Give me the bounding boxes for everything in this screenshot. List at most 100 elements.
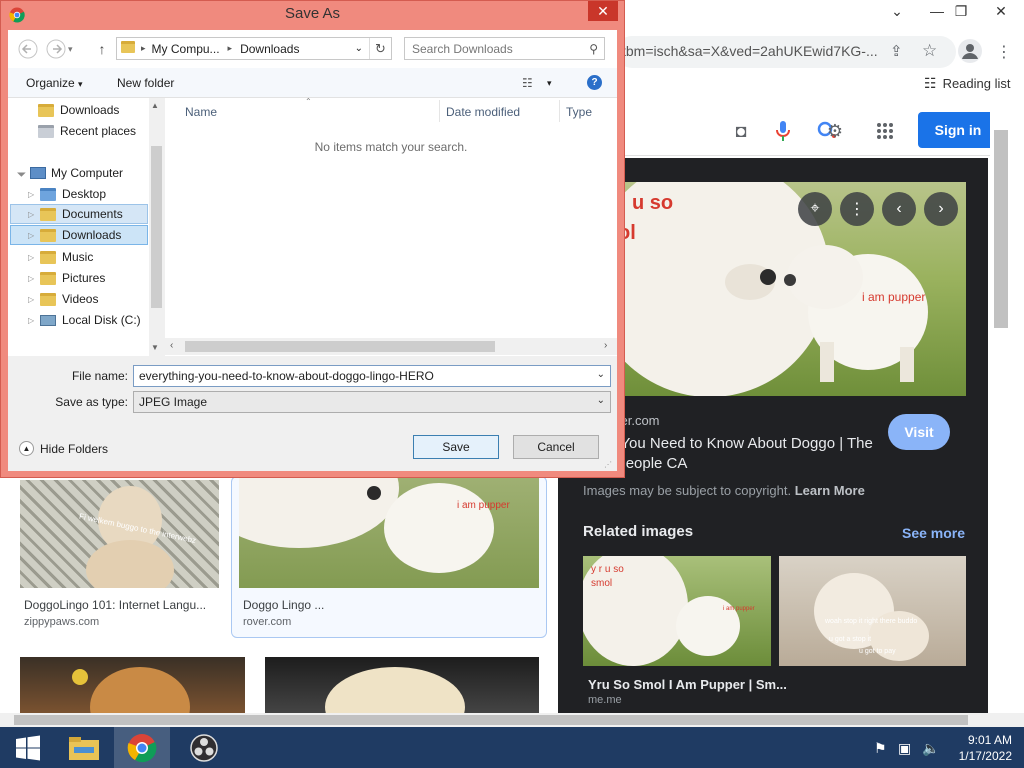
- mic-icon[interactable]: [770, 118, 796, 144]
- restore-icon[interactable]: ❐: [944, 0, 978, 22]
- resize-grip-icon[interactable]: ⋰: [604, 460, 612, 469]
- menu-icon[interactable]: ⋮: [996, 42, 1012, 62]
- expand-icon[interactable]: ▷: [28, 210, 38, 219]
- expand-icon[interactable]: ▷: [28, 231, 38, 240]
- nav-item-videos[interactable]: ▷ Videos: [28, 289, 98, 309]
- nav-item-local-disk[interactable]: ▷ Local Disk (C:): [28, 310, 141, 330]
- reading-list-button[interactable]: ☷ Reading list: [924, 75, 1011, 92]
- result-title[interactable]: Doggo Lingo ...: [243, 598, 324, 612]
- back-icon[interactable]: [17, 38, 39, 60]
- chrome-taskbar-button[interactable]: [114, 727, 170, 768]
- copyright-note: Images may be subject to copyright. Lear…: [583, 483, 865, 498]
- search-icon[interactable]: ⚲: [589, 42, 598, 56]
- nav-item-documents[interactable]: ▷ Documents: [10, 204, 148, 224]
- empty-message: No items match your search.: [314, 140, 468, 154]
- start-button[interactable]: [0, 727, 56, 768]
- address-dropdown-icon[interactable]: ⌄: [355, 43, 363, 54]
- column-header-name[interactable]: Name: [185, 105, 217, 119]
- share-icon[interactable]: ⇪: [890, 42, 903, 60]
- cancel-button[interactable]: Cancel: [513, 435, 599, 459]
- sign-in-button[interactable]: Sign in: [918, 112, 998, 148]
- obs-taskbar-button[interactable]: [176, 727, 232, 768]
- expand-icon[interactable]: ▷: [28, 274, 38, 283]
- new-folder-button[interactable]: New folder: [117, 76, 174, 90]
- apps-grid-icon[interactable]: [872, 118, 898, 144]
- breadcrumb-downloads[interactable]: Downloads: [240, 42, 299, 56]
- expand-icon[interactable]: ▷: [28, 190, 38, 199]
- recent-locations-icon[interactable]: ▾: [68, 44, 73, 55]
- search-field[interactable]: Search Downloads ⚲: [404, 37, 605, 60]
- horizontal-scrollbar-thumb[interactable]: [14, 715, 968, 725]
- expand-icon[interactable]: ▷: [28, 295, 38, 304]
- page-scrollbar-thumb[interactable]: [994, 130, 1008, 328]
- column-divider[interactable]: [559, 100, 560, 122]
- nav-item-downloads-quick[interactable]: Downloads: [38, 100, 119, 120]
- save-type-select[interactable]: JPEG Image ⌄: [133, 391, 611, 413]
- result-image[interactable]: Fi welkem buggo to the interwebz: [20, 480, 219, 588]
- up-icon[interactable]: ↑: [91, 38, 113, 60]
- camera-icon[interactable]: ◘: [728, 118, 754, 144]
- dialog-close-button[interactable]: ✕: [588, 1, 618, 21]
- collapse-icon[interactable]: ◢: [16, 166, 29, 179]
- nav-item-pictures[interactable]: ▷ Pictures: [28, 268, 105, 288]
- profile-icon[interactable]: [958, 39, 982, 63]
- chevron-down-icon[interactable]: ⌄: [597, 369, 605, 380]
- result-image[interactable]: [20, 657, 245, 713]
- forward-icon[interactable]: [45, 38, 67, 60]
- file-hscrollbar-thumb[interactable]: [185, 341, 495, 352]
- breadcrumb-separator-icon: ▸: [227, 43, 233, 53]
- nav-item-desktop[interactable]: ▷ Desktop: [28, 184, 106, 204]
- scroll-right-icon[interactable]: ›: [604, 340, 607, 351]
- result-image[interactable]: [265, 657, 539, 713]
- organize-button[interactable]: Organize ▾: [26, 76, 83, 90]
- column-divider[interactable]: [439, 100, 440, 122]
- see-more-link[interactable]: See more: [902, 525, 965, 541]
- scroll-left-icon[interactable]: ‹: [170, 340, 173, 351]
- help-icon[interactable]: ?: [587, 75, 602, 90]
- volume-icon[interactable]: 🔈: [922, 740, 939, 757]
- clock[interactable]: 9:01 AM 1/17/2022: [944, 732, 1012, 764]
- hide-folders-button[interactable]: ▲ Hide Folders: [19, 441, 108, 456]
- music-folder-icon: [40, 250, 56, 264]
- expand-icon[interactable]: ▷: [28, 316, 38, 325]
- file-name-input[interactable]: everything-you-need-to-know-about-doggo-…: [133, 365, 611, 387]
- prev-icon[interactable]: ‹: [882, 192, 916, 226]
- result-title[interactable]: DoggoLingo 101: Internet Langu...: [24, 598, 206, 612]
- related-title[interactable]: Yru So Smol I Am Pupper | Sm...: [588, 677, 787, 692]
- breadcrumb-my-computer[interactable]: My Compu...: [152, 42, 220, 56]
- expand-icon[interactable]: ▷: [28, 253, 38, 262]
- related-image[interactable]: woah stop it right there buddo u got a s…: [779, 556, 966, 666]
- nav-item-recent-places[interactable]: Recent places: [38, 121, 136, 141]
- network-icon[interactable]: ▣: [898, 740, 911, 757]
- settings-icon[interactable]: ⚙: [822, 118, 848, 144]
- close-window-icon[interactable]: ✕: [984, 0, 1018, 22]
- nav-scrollbar-thumb[interactable]: [151, 146, 162, 308]
- tab-list-icon[interactable]: ⌄: [880, 0, 914, 22]
- address-field[interactable]: ▸ My Compu... ▸ Downloads ⌄ ↻: [116, 37, 392, 60]
- nav-item-downloads[interactable]: ▷ Downloads: [10, 225, 148, 245]
- more-icon[interactable]: ⋮: [840, 192, 874, 226]
- next-icon[interactable]: ›: [924, 192, 958, 226]
- view-icon[interactable]: ☷: [522, 76, 533, 90]
- lens-small-icon[interactable]: ⌖: [798, 192, 832, 226]
- nav-item-my-computer[interactable]: ◢ My Computer: [16, 163, 123, 183]
- refresh-icon[interactable]: ↻: [369, 38, 391, 59]
- column-header-date[interactable]: Date modified: [446, 105, 520, 119]
- learn-more-link[interactable]: Learn More: [795, 483, 865, 498]
- view-dropdown-icon[interactable]: ▾: [547, 78, 552, 89]
- related-image[interactable]: y r u so smol i am pupper: [583, 556, 771, 666]
- save-button[interactable]: Save: [413, 435, 499, 459]
- chevron-down-icon: ⌄: [596, 395, 605, 406]
- windows-icon: [16, 735, 40, 760]
- flag-icon[interactable]: ⚑: [874, 740, 887, 757]
- nav-item-music[interactable]: ▷ Music: [28, 247, 93, 267]
- column-header-type[interactable]: Type: [566, 105, 592, 119]
- scroll-down-icon[interactable]: ▼: [151, 343, 159, 352]
- star-icon[interactable]: ☆: [922, 41, 937, 61]
- scroll-up-icon[interactable]: ▲: [151, 101, 159, 110]
- file-explorer-button[interactable]: [56, 727, 112, 768]
- sort-indicator-icon: ⌃: [305, 97, 312, 106]
- viewer-title[interactable]: thing You Need to Know About Doggo | The…: [584, 434, 884, 474]
- visit-button[interactable]: Visit: [888, 414, 950, 450]
- result-image[interactable]: i am pupper: [239, 478, 539, 588]
